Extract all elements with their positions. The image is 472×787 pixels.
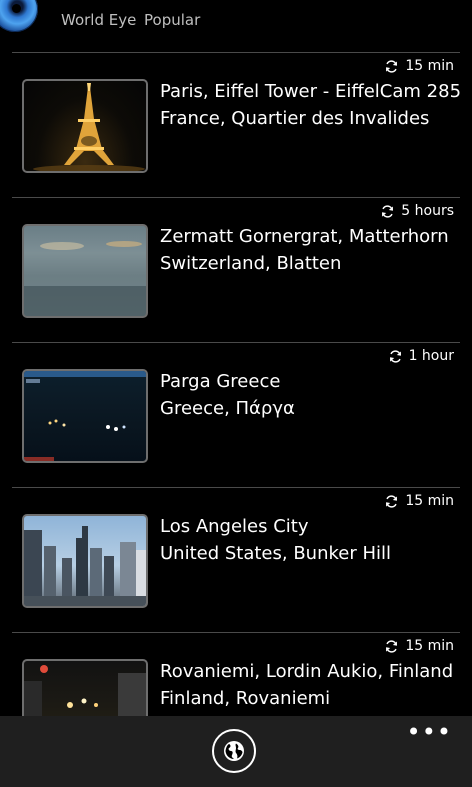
logo-pupil [12,4,21,13]
refresh-label: 15 min [405,58,454,74]
refresh-label: 15 min [405,638,454,654]
app-title: World Eye [61,11,137,29]
harbor-night-image [24,371,146,461]
refresh-label: 1 hour [408,348,454,364]
refresh-label: 5 hours [401,203,454,219]
refresh-interval: 15 min [384,58,454,74]
webcam-location: Greece, Πάργα [160,398,295,419]
divider [12,197,460,198]
section-title: Popular [144,11,201,29]
webcam-title: Zermatt Gornergrat, Matterhorn [160,226,449,247]
webcam-list: 15 min Paris, Eiffel Tower - EiffelCam 2… [0,52,472,777]
globe-icon [224,741,244,761]
app-bar: ••• [0,716,472,787]
webcam-title: Parga Greece [160,371,281,392]
webcam-list-item[interactable]: 5 hours Zermatt Gornergrat, Matterhorn S… [0,197,472,342]
webcam-title: Paris, Eiffel Tower - EiffelCam 285 [160,81,462,102]
foggy-mountain-image [24,241,146,316]
webcam-title: Rovaniemi, Lordin Aukio, Finland [160,661,454,682]
webcam-location: United States, Bunker Hill [160,543,392,564]
webcam-thumbnail-los-angeles[interactable] [22,514,148,608]
more-options-button[interactable]: ••• [407,718,452,746]
webcam-location: France, Quartier des Invalides [160,108,430,129]
refresh-interval: 1 hour [388,348,454,364]
divider [12,342,460,343]
webcam-list-item[interactable]: 15 min Paris, Eiffel Tower - EiffelCam 2… [0,52,472,197]
divider [12,632,460,633]
webcam-thumbnail-matterhorn[interactable] [22,224,148,318]
webcam-list-item[interactable]: 15 min Los Angeles City United States, B… [0,487,472,632]
refresh-icon [389,349,401,363]
refresh-icon [386,639,398,653]
header: World Eye Popular [0,0,472,44]
webcam-location: Finland, Rovaniemi [160,688,331,709]
eye-globe-logo-icon [0,0,38,32]
webcam-thumbnail-eiffel-tower[interactable] [22,79,148,173]
refresh-interval: 15 min [384,638,454,654]
refresh-icon [386,59,398,73]
city-skyline-image [24,526,146,606]
app-root: World Eye Popular 15 min Paris, Eiffel T… [0,0,472,787]
divider [12,487,460,488]
globe-button[interactable] [212,729,256,773]
webcam-list-item[interactable]: 1 hour Parga Greece Greece, Πάργα [0,342,472,487]
refresh-icon [386,494,398,508]
webcam-title: Los Angeles City [160,516,309,537]
refresh-icon [382,204,394,218]
refresh-interval: 15 min [384,493,454,509]
webcam-thumbnail-parga[interactable] [22,369,148,463]
eiffel-tower-image [33,83,145,171]
refresh-interval: 5 hours [380,203,454,219]
refresh-label: 15 min [405,493,454,509]
divider [12,52,460,53]
webcam-location: Switzerland, Blatten [160,253,342,274]
